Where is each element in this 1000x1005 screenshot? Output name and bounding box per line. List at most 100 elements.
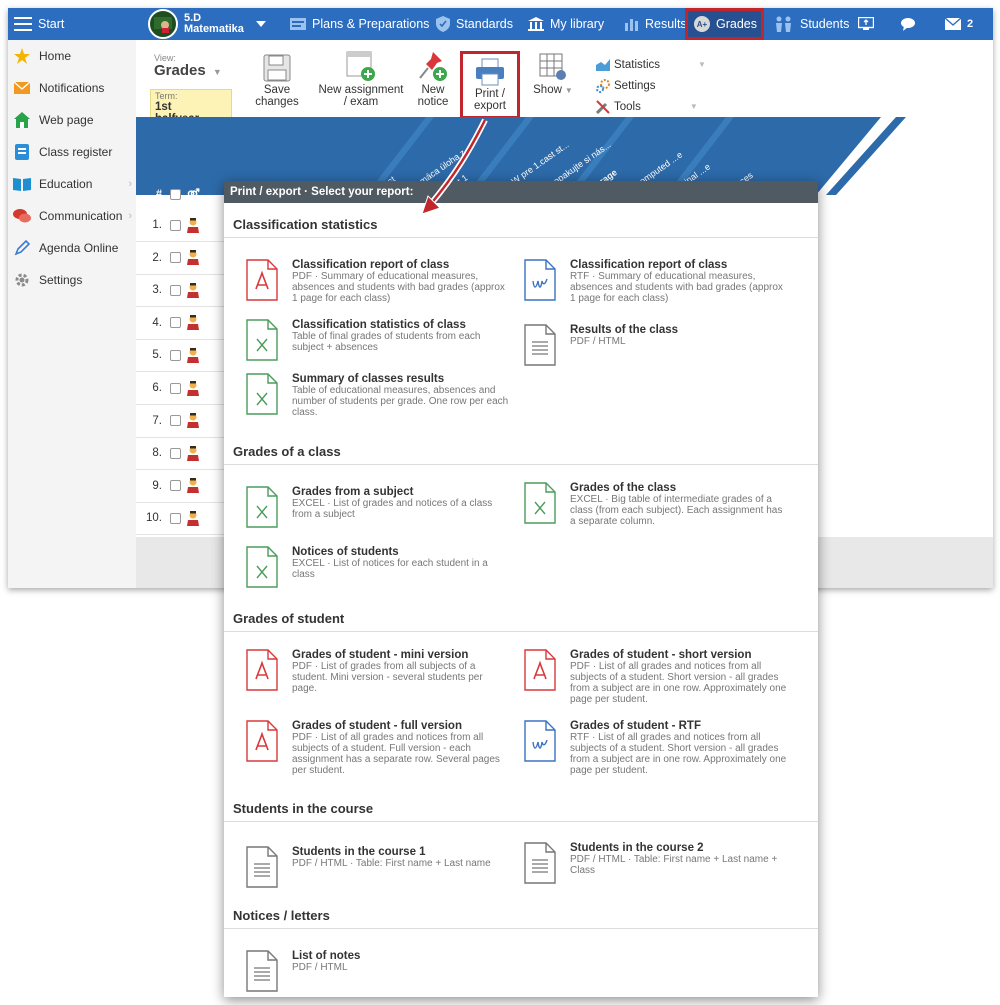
report-item[interactable]: Grades of student - mini version PDF · Li… [246,649,516,709]
nav-students[interactable]: Students [774,8,849,40]
row-checkbox[interactable] [170,317,181,329]
report-item[interactable]: Classification statistics of class Table … [246,319,516,379]
nav-plans-preparations[interactable]: Plans & Preparations [290,8,429,40]
table-row: 6. [136,372,226,405]
row-checkbox[interactable] [170,447,181,459]
table-row: 5. [136,339,226,373]
report-description: EXCEL · Big table of intermediate grades… [570,494,783,527]
tools-menu[interactable]: Tools ▼ [596,96,706,117]
row-number: 10. [146,512,162,525]
gear-icon [13,271,31,289]
row-checkbox[interactable] [170,382,181,394]
report-title: Grades of student - RTF [570,720,701,732]
print-export-button[interactable]: Print / export [460,51,520,119]
section-divider [224,464,818,465]
print-export-label: Print / export [474,88,506,112]
start-label: Start [38,17,65,31]
sidebar-item-settings[interactable]: Settings [8,264,136,296]
section-divider [224,928,818,929]
chat-icon [13,207,31,225]
sidebar: Home Notifications Web page Class regist… [8,40,137,588]
report-item[interactable]: Classification report of class PDF · Summ… [246,259,516,319]
report-item[interactable]: Summary of classes results Table of educa… [246,373,516,433]
sidebar-item-home[interactable]: Home [8,40,136,72]
nav-standards[interactable]: Standards [436,8,513,40]
row-checkbox[interactable] [170,480,181,492]
plans-label: Plans & Preparations [312,17,430,31]
excel-file-icon [524,482,556,524]
mail-button[interactable]: 2 [945,8,973,40]
envelope-icon [945,18,961,30]
sidebar-item-communication[interactable]: Communication › [8,200,136,232]
nav-my-library[interactable]: My library [528,8,604,40]
class-selector[interactable]: 5.D Matematika [148,8,266,40]
statistics-menu[interactable]: Statistics ▼ [596,54,706,75]
row-checkbox[interactable] [170,415,181,427]
section-divider [224,631,818,632]
nav-results[interactable]: Results [625,8,687,40]
sidebar-item-class-register[interactable]: Class register [8,136,136,168]
sidebar-item-web-page[interactable]: Web page [8,104,136,136]
statistics-icon [596,58,610,71]
chat-button[interactable] [901,8,917,40]
report-item[interactable]: Grades of student - short version PDF · L… [524,649,794,709]
pdf-file-icon [246,259,278,301]
sidebar-item-agenda-online[interactable]: Agenda Online [8,232,136,264]
class-photo-icon [154,17,172,33]
report-item[interactable]: Grades of student - RTF RTF · List of all… [524,720,794,780]
report-item[interactable]: Results of the class PDF / HTML [524,324,794,384]
report-item[interactable]: Students in the course 2 PDF / HTML · Tab… [524,842,794,902]
document-file-icon [246,846,278,888]
student-avatar-icon [187,478,199,494]
pdf-file-icon [524,649,556,691]
report-item[interactable]: Students in the course 1 PDF / HTML · Tab… [246,846,516,906]
row-checkbox[interactable] [170,284,181,296]
table-row: 8. [136,437,226,471]
mail-count: 2 [967,18,974,30]
report-item[interactable]: Grades of the class EXCEL · Big table of … [524,482,794,542]
sidebar-item-education[interactable]: Education › [8,168,136,200]
dialog-title: Print / export · Select your report: [224,181,818,203]
report-description: PDF / HTML · Table: First name + Last na… [570,854,778,876]
row-checkbox[interactable] [170,252,181,264]
report-item[interactable]: Classification report of class RTF · Summ… [524,259,794,319]
report-item[interactable]: Grades from a subject EXCEL · List of gra… [246,486,516,546]
term-label: Term: [155,91,178,101]
report-description: PDF · List of all grades and notices fro… [570,661,787,705]
screen-icon [858,17,874,30]
excel-file-icon [246,373,278,415]
envelope-icon [13,79,31,97]
row-checkbox[interactable] [170,512,181,524]
report-description: PDF · Summary of educational measures, a… [292,271,505,304]
new-notice-button[interactable]: New notice [412,46,454,108]
settings-menu[interactable]: Settings [596,75,706,96]
start-menu-button[interactable]: Start [14,8,64,40]
document-file-icon [524,324,556,366]
report-title: Classification report of class [292,259,450,271]
row-checkbox[interactable] [170,219,181,231]
screen-share-button[interactable] [858,8,874,40]
report-item[interactable]: List of notes PDF / HTML [246,950,516,997]
report-item[interactable]: Grades of student - full version PDF · Li… [246,720,516,780]
sidebar-item-notifications[interactable]: Notifications [8,72,136,104]
view-selector[interactable]: Grades ▼ [154,62,222,79]
save-changes-button[interactable]: Save changes [252,46,302,108]
document-file-icon [246,950,278,992]
nav-grades[interactable]: A+ Grades [685,8,764,40]
document-file-icon [524,842,556,884]
term-selector[interactable]: Term: 1st halfyear▼ [150,89,232,125]
sidebar-item-label: Education [39,177,93,191]
show-button[interactable]: Show ▼ [528,46,578,97]
row-number: 1. [152,219,162,231]
select-all-checkbox[interactable] [170,188,181,200]
caret-down-icon: ▼ [212,67,222,77]
row-checkbox[interactable] [170,349,181,361]
student-avatar-icon [187,250,199,266]
section-title-students-in-the-course: Students in the course [233,801,374,816]
new-assignment-button[interactable]: New assignment / exam [316,46,406,108]
new-assignment-icon [346,51,375,81]
report-item[interactable]: Notices of students EXCEL · List of notic… [246,546,516,606]
hamburger-icon [14,17,32,31]
print-export-dialog: Print / export · Select your report: Cla… [224,181,818,997]
sidebar-item-label: Class register [39,145,113,159]
